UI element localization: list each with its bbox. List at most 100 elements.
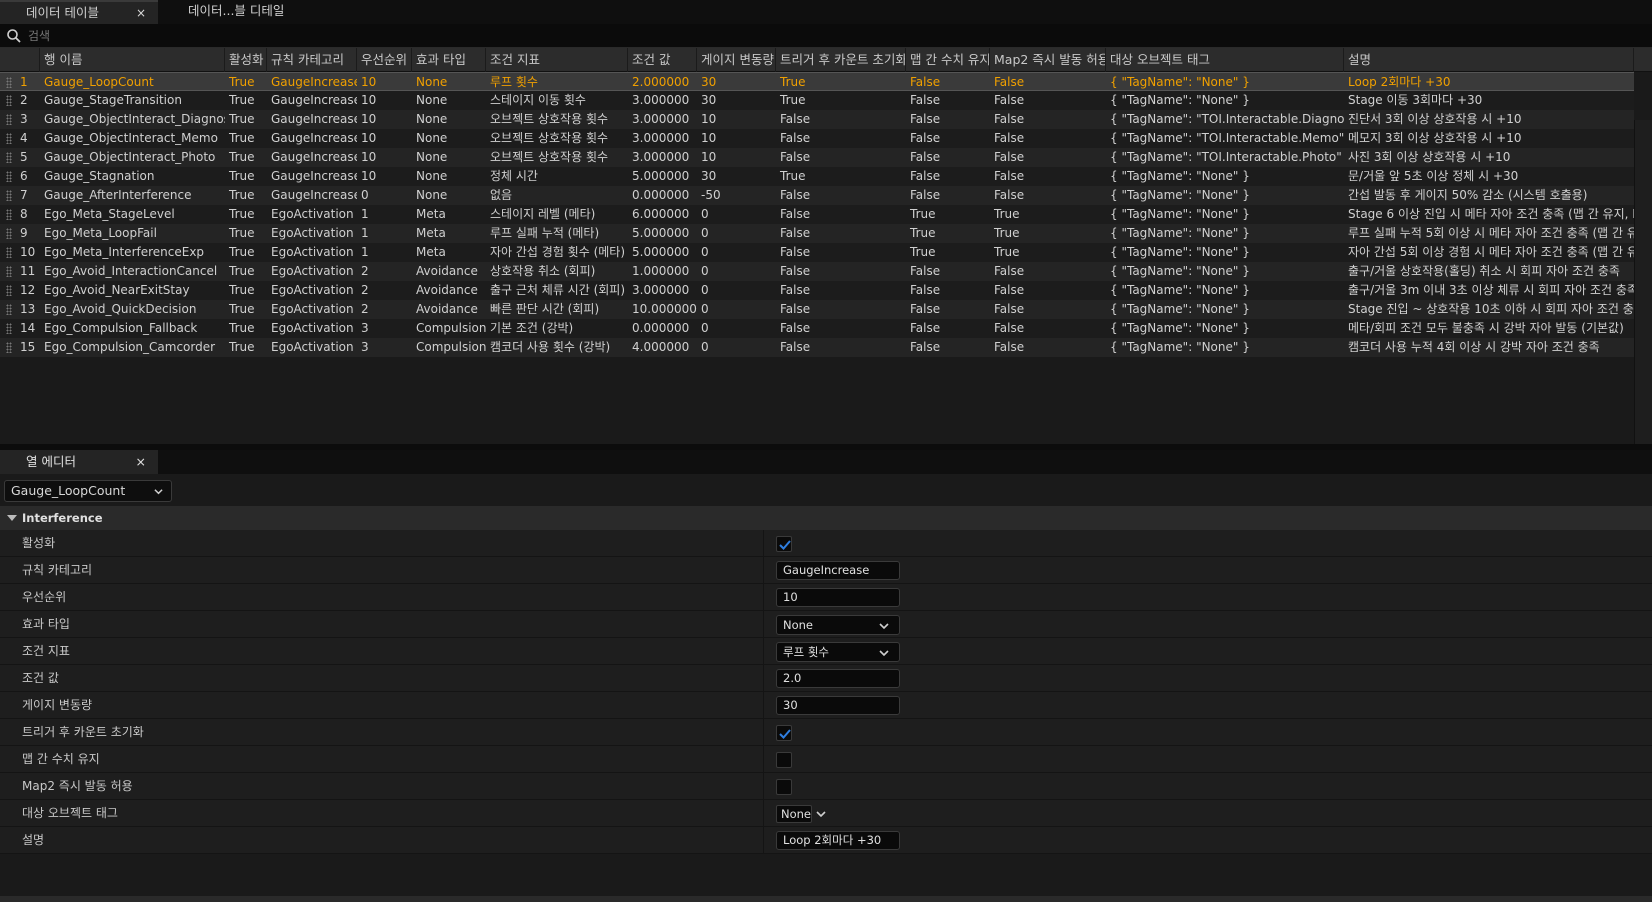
drag-handle-icon[interactable] <box>6 95 12 106</box>
cell-priority: 10 <box>361 169 377 183</box>
cell-map2-immediate: False <box>994 188 1025 202</box>
cell-priority: 2 <box>361 302 369 316</box>
cell-gauge-delta: 10 <box>701 112 717 126</box>
table-row[interactable]: 3 Gauge_ObjectInteract_Diagnos True GaugeIn… <box>0 110 1634 129</box>
cell-row-number: 12 <box>20 283 36 297</box>
column-header-description[interactable]: 설명 <box>1344 48 1634 72</box>
column-header-map2-immediate[interactable]: Map2 즉시 발동 허용 <box>990 48 1106 72</box>
cell-map2-immediate: False <box>994 264 1025 278</box>
drag-handle-icon[interactable] <box>6 152 12 163</box>
category-header-interference[interactable]: Interference <box>0 506 1652 530</box>
prop-reset-after-trigger: 트리거 후 카운트 초기화 <box>0 719 1652 746</box>
prop-map2-immediate: Map2 즉시 발동 허용 <box>0 773 1652 800</box>
cell-description: 루프 실패 누적 5회 이상 시 메타 자아 조건 충족 (맵 간 유지 <box>1348 226 1634 240</box>
column-header-reset-after-trigger[interactable]: 트리거 후 카운트 초기화 <box>776 48 906 72</box>
condition-value-field[interactable]: 2.0 <box>776 669 900 688</box>
cell-priority: 10 <box>361 131 377 145</box>
drag-handle-icon[interactable] <box>6 228 12 239</box>
column-header-priority[interactable]: 우선순위 <box>357 48 412 72</box>
chevron-down-icon[interactable] <box>816 809 826 819</box>
cell-row-name: Ego_Meta_LoopFail <box>44 226 157 240</box>
column-header-keep-between-maps[interactable]: 맵 간 수치 유지 <box>906 48 990 72</box>
drag-handle-icon[interactable] <box>6 247 12 258</box>
metric-dropdown[interactable]: 루프 횟수 <box>776 642 900 662</box>
row-editor-panel: Gauge_LoopCount Interference 활성화 규칙 카테고리… <box>0 474 1652 902</box>
column-header-enabled[interactable]: 활성화 <box>225 48 267 72</box>
tab-data-table[interactable]: 데이터 테이블 × <box>0 0 158 24</box>
reset-checkbox[interactable] <box>776 725 792 741</box>
cell-description: Stage 6 이상 진입 시 메타 자아 조건 충족 (맵 간 유지, Ma <box>1348 207 1634 221</box>
gauge-delta-field[interactable]: 30 <box>776 696 900 715</box>
drag-handle-icon[interactable] <box>6 304 12 315</box>
drag-handle-icon[interactable] <box>6 266 12 277</box>
drag-handle-icon[interactable] <box>6 190 12 201</box>
drag-handle-icon[interactable] <box>6 342 12 353</box>
cell-gauge-delta: 0 <box>701 245 709 259</box>
column-header-condition-metric[interactable]: 조건 지표 <box>486 48 628 72</box>
enabled-checkbox[interactable] <box>776 536 792 552</box>
drag-handle-icon[interactable] <box>6 133 12 144</box>
cell-map2-immediate: False <box>994 75 1025 89</box>
description-field[interactable]: Loop 2회마다 +30 <box>776 831 900 850</box>
cell-effect-type: None <box>416 150 448 164</box>
close-icon[interactable]: × <box>136 450 146 474</box>
table-row[interactable]: 8 Ego_Meta_StageLevel True EgoActivation 1 Me… <box>0 205 1634 224</box>
tab-row-editor[interactable]: 열 에디터 × <box>0 450 158 474</box>
map2-checkbox[interactable] <box>776 779 792 795</box>
drag-handle-icon[interactable] <box>6 171 12 182</box>
cell-row-name: Gauge_ObjectInteract_Diagnos <box>44 112 225 126</box>
drag-handle-icon[interactable] <box>6 209 12 220</box>
cell-priority: 1 <box>361 226 369 240</box>
effect-type-dropdown[interactable]: None <box>776 615 900 635</box>
table-row[interactable]: 14 Ego_Compulsion_Fallback True EgoActivati… <box>0 319 1634 338</box>
cell-target-object-tag: { "TagName": "TOI.Interactable.Photo" } <box>1110 150 1344 164</box>
table-row[interactable]: 13 Ego_Avoid_QuickDecision True EgoActivati… <box>0 300 1634 319</box>
checkmark-icon <box>779 729 791 739</box>
prop-enabled: 활성화 <box>0 530 1652 557</box>
category-field[interactable]: GaugeIncrease <box>776 561 900 580</box>
cell-keep-between-maps: False <box>910 112 941 126</box>
keep-checkbox[interactable] <box>776 752 792 768</box>
cell-enabled: True <box>229 131 255 145</box>
table-row[interactable]: 10 Ego_Meta_InterferenceExp True EgoActivat… <box>0 243 1634 262</box>
column-header-gauge-delta[interactable]: 게이지 변동량 <box>697 48 776 72</box>
cell-row-name: Ego_Compulsion_Camcorder <box>44 340 216 354</box>
drag-handle-icon[interactable] <box>6 77 12 88</box>
table-row[interactable]: 11 Ego_Avoid_InteractionCancel True EgoActi… <box>0 262 1634 281</box>
row-selector-dropdown[interactable]: Gauge_LoopCount <box>4 480 172 502</box>
priority-field[interactable]: 10 <box>776 588 900 607</box>
column-header-target-object-tag[interactable]: 대상 오브젝트 태그 <box>1106 48 1344 72</box>
tab-data-table-details[interactable]: 데이터...블 디테일 <box>162 0 332 24</box>
table-row[interactable]: 5 Gauge_ObjectInteract_Photo True GaugeIncr… <box>0 148 1634 167</box>
search-input[interactable] <box>28 27 1628 45</box>
table-row[interactable]: 7 Gauge_AfterInterference True GaugeIncreas… <box>0 186 1634 205</box>
column-header-row-name[interactable]: 행 이름 <box>40 48 225 72</box>
cell-priority: 1 <box>361 245 369 259</box>
column-header-effect-type[interactable]: 효과 타입 <box>412 48 486 72</box>
cell-effect-type: None <box>416 188 448 202</box>
table-row[interactable]: 12 Ego_Avoid_NearExitStay True EgoActivatio… <box>0 281 1634 300</box>
vertical-scrollbar[interactable] <box>1634 120 1652 444</box>
prop-description: 설명 Loop 2회마다 +30 <box>0 827 1652 854</box>
cell-map2-immediate: False <box>994 283 1025 297</box>
drag-handle-icon[interactable] <box>6 323 12 334</box>
table-row[interactable]: 6 Gauge_Stagnation True GaugeIncrease 10 None… <box>0 167 1634 186</box>
close-icon[interactable]: × <box>136 2 146 24</box>
table-row[interactable]: 2 Gauge_StageTransition True GaugeIncrease 1… <box>0 91 1634 110</box>
table-row[interactable]: 1 Gauge_LoopCount True GaugeIncrease 10 None 루… <box>0 72 1634 91</box>
column-header-condition-value[interactable]: 조건 값 <box>628 48 697 72</box>
table-row[interactable]: 15 Ego_Compulsion_Camcorder True EgoActivat… <box>0 338 1634 357</box>
table-row[interactable]: 9 Ego_Meta_LoopFail True EgoActivation 1 Meta… <box>0 224 1634 243</box>
drag-handle-icon[interactable] <box>6 114 12 125</box>
column-header-row-number[interactable] <box>0 48 40 72</box>
cell-condition-value: 4.000000 <box>632 340 690 354</box>
column-header-rule-category[interactable]: 규칙 카테고리 <box>267 48 357 72</box>
table-row[interactable]: 4 Gauge_ObjectInteract_Memo True GaugeIncre… <box>0 129 1634 148</box>
cell-keep-between-maps: False <box>910 321 941 335</box>
cell-description: 문/거울 앞 5초 이상 정체 시 +30 <box>1348 169 1519 183</box>
prop-label: 규칙 카테고리 <box>22 563 93 577</box>
cell-map2-immediate: False <box>994 169 1025 183</box>
cell-condition-value: 10.000000 <box>632 302 697 316</box>
drag-handle-icon[interactable] <box>6 285 12 296</box>
tag-picker-button[interactable]: None <box>776 805 812 823</box>
